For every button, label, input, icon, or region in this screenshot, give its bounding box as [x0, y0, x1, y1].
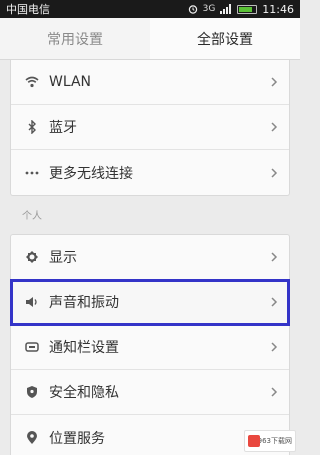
sound-icon [25, 294, 39, 310]
settings-item-display[interactable]: 显示 [11, 235, 289, 280]
tab-common-settings[interactable]: 常用设置 [0, 18, 150, 59]
chevron-right-icon [271, 342, 278, 352]
status-icons: 3G 11:46 [188, 3, 294, 16]
settings-tabs: 常用设置 全部设置 [0, 18, 300, 60]
chevron-right-icon [271, 122, 278, 132]
tab-all-settings[interactable]: 全部设置 [150, 18, 300, 59]
watermark-text: 963下载网 [257, 437, 292, 445]
chevron-right-icon [271, 297, 278, 307]
battery-icon [237, 4, 258, 14]
settings-item-more-wireless[interactable]: 更多无线连接 [11, 150, 289, 195]
display-icon [25, 249, 39, 265]
settings-item-label: 通知栏设置 [49, 340, 119, 356]
bluetooth-icon [25, 119, 39, 135]
chevron-right-icon [271, 167, 278, 178]
site-watermark: 963下载网 [244, 430, 296, 452]
chevron-right-icon [271, 77, 278, 87]
settings-item-label: 声音和振动 [49, 295, 119, 311]
alarm-icon [188, 5, 197, 14]
wifi-icon [25, 74, 39, 90]
settings-item-label: 安全和隐私 [49, 385, 119, 401]
more-icon [25, 165, 39, 181]
personal-card: 显示 声音和振动 通知栏设置 安全和隐私 位置服务 [10, 234, 290, 455]
settings-item-security-privacy[interactable]: 安全和隐私 [11, 370, 289, 415]
settings-item-label: 显示 [49, 250, 77, 266]
section-title-personal: 个人 [22, 211, 42, 222]
settings-item-wlan[interactable]: WLAN [11, 60, 289, 105]
shield-icon [25, 384, 39, 400]
location-icon [25, 430, 39, 446]
signal-icon [220, 4, 232, 14]
settings-item-bluetooth[interactable]: 蓝牙 [11, 105, 289, 150]
clock: 11:46 [262, 2, 294, 16]
chevron-right-icon [271, 387, 278, 397]
settings-item-sound-vibration[interactable]: 声音和振动 [10, 279, 290, 326]
settings-item-label: 蓝牙 [49, 120, 77, 136]
settings-item-label: WLAN [49, 74, 92, 90]
wireless-card: WLAN 蓝牙 更多无线连接 [10, 60, 290, 196]
settings-item-label: 位置服务 [49, 430, 105, 447]
network-signal: 3G [202, 3, 216, 14]
chevron-right-icon [271, 252, 278, 262]
notification-icon [25, 339, 39, 355]
carrier-name: 中国电信 [6, 3, 50, 16]
status-bar: 中国电信 3G 11:46 [0, 0, 300, 18]
settings-item-notification-bar[interactable]: 通知栏设置 [11, 325, 289, 370]
watermark-logo [248, 435, 260, 447]
settings-item-label: 更多无线连接 [49, 165, 133, 182]
settings-list[interactable]: WLAN 蓝牙 更多无线连接 个人 显示 声音和振动 通知栏设置 安全和隐私 位… [0, 60, 300, 455]
